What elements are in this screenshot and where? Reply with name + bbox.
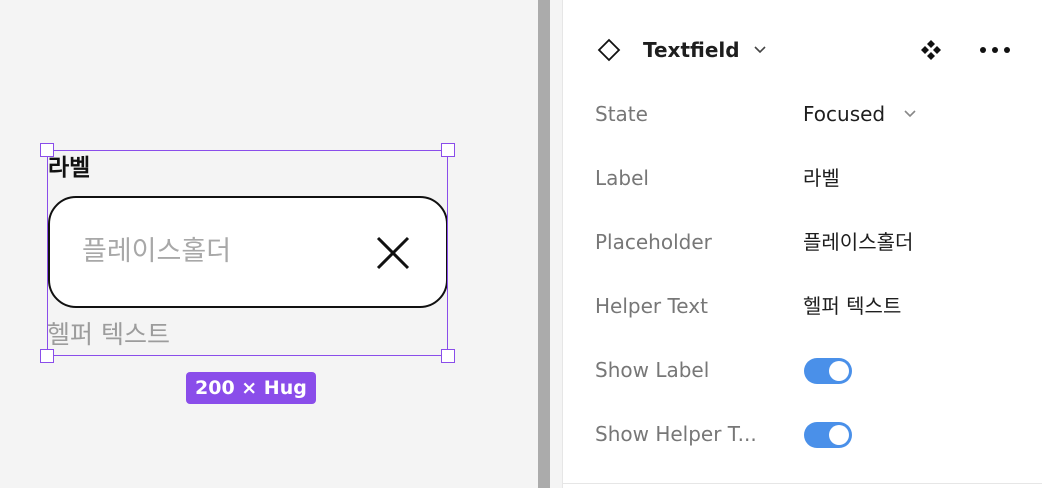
prop-label-label: Label	[595, 166, 649, 190]
label-value-field[interactable]: 라벨	[803, 164, 840, 192]
prop-label-helper-text: Helper Text	[595, 294, 708, 318]
panel-gutter	[550, 0, 562, 488]
textfield-helper-text[interactable]: 헬퍼 텍스트	[47, 319, 170, 351]
show-label-toggle[interactable]	[804, 358, 852, 384]
prop-row-placeholder: Placeholder 플레이스홀더	[563, 222, 1042, 262]
textfield-input-box[interactable]: 플레이스홀더	[48, 196, 448, 308]
prop-row-state: State Focused	[563, 94, 1042, 134]
prop-row-show-helper-text: Show Helper T...	[563, 414, 1042, 454]
textfield-placeholder: 플레이스홀더	[82, 236, 232, 267]
state-select-value: Focused	[803, 102, 886, 126]
chevron-down-icon[interactable]	[903, 107, 917, 121]
chevron-down-icon[interactable]	[753, 43, 767, 57]
design-canvas[interactable]: 라벨 플레이스홀더 헬퍼 텍스트 200 × Hug	[0, 0, 538, 488]
helper-text-value-field[interactable]: 헬퍼 텍스트	[803, 292, 901, 320]
toggle-knob	[829, 361, 849, 381]
resize-handle-top-left[interactable]	[40, 143, 54, 157]
resize-handle-top-right[interactable]	[441, 143, 455, 157]
prop-label-state: State	[595, 102, 648, 126]
panel-divider[interactable]	[538, 0, 550, 488]
properties-panel: Textfield State Focused Label 라벨 Placeho…	[562, 0, 1042, 488]
prop-row-helper-text: Helper Text 헬퍼 텍스트	[563, 286, 1042, 326]
instance-icon[interactable]	[919, 38, 943, 62]
size-badge: 200 × Hug	[186, 372, 316, 404]
component-name[interactable]: Textfield	[643, 36, 740, 64]
show-helper-text-toggle[interactable]	[804, 422, 852, 448]
prop-row-show-label: Show Label	[563, 350, 1042, 390]
panel-bottom-border	[563, 483, 1042, 488]
textfield-label[interactable]: 라벨	[48, 154, 90, 182]
resize-handle-bottom-right[interactable]	[441, 349, 455, 363]
resize-handle-bottom-left[interactable]	[40, 349, 54, 363]
prop-label-show-label: Show Label	[595, 358, 710, 382]
prop-row-label: Label 라벨	[563, 158, 1042, 198]
state-select[interactable]: Focused	[803, 100, 885, 128]
close-icon[interactable]	[373, 233, 413, 273]
prop-label-placeholder: Placeholder	[595, 230, 712, 254]
more-icon[interactable]	[977, 38, 1013, 62]
toggle-knob	[829, 425, 849, 445]
placeholder-value-field[interactable]: 플레이스홀더	[803, 228, 913, 256]
component-diamond-icon	[597, 38, 621, 62]
prop-label-show-helper-text: Show Helper T...	[595, 422, 757, 446]
